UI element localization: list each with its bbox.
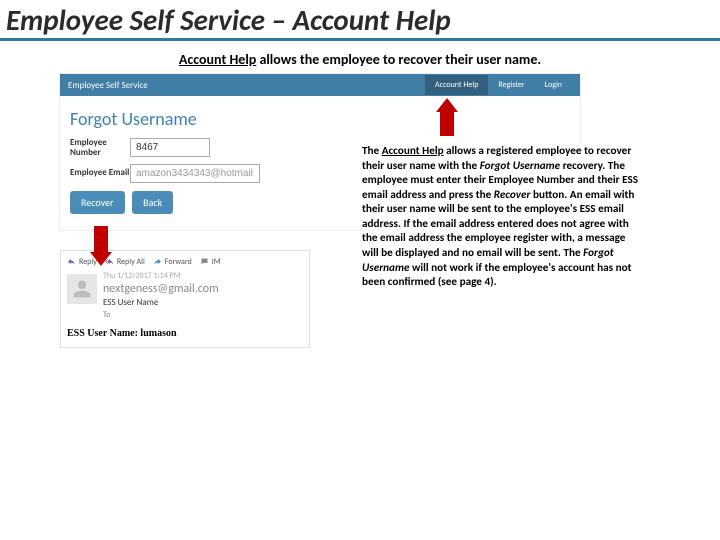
- recover-button[interactable]: Recover: [70, 191, 125, 214]
- email-body: ESS User Name: lumason: [67, 328, 303, 339]
- im-action[interactable]: IM: [200, 257, 221, 267]
- app-nav: Account Help Register Login: [425, 75, 572, 95]
- t-italic: Forgot Username: [480, 159, 560, 173]
- im-label: IM: [212, 257, 221, 267]
- forward-action[interactable]: Forward: [153, 257, 192, 267]
- email-from: nextgeness@gmail.com: [103, 282, 303, 296]
- page-title: Employee Self Service – Account Help: [6, 2, 714, 38]
- label-employee-number: Employee Number: [70, 138, 130, 158]
- input-employee-number[interactable]: [130, 138, 210, 157]
- forward-label: Forward: [165, 257, 192, 267]
- arrow-head-icon: [90, 252, 112, 266]
- t-underlined: Account Help: [382, 144, 444, 158]
- title-bar: Employee Self Service – Account Help: [0, 0, 720, 41]
- arrow-head-icon: [436, 98, 458, 112]
- email-header: Thu 1/12/2017 1:14 PM nextgeness@gmail.c…: [67, 271, 303, 320]
- back-button[interactable]: Back: [132, 191, 173, 214]
- arrow-up-account-help: [436, 98, 458, 136]
- reply-icon: [67, 257, 76, 266]
- forgot-username-heading: Forgot Username: [70, 108, 570, 130]
- page-subtitle: Account Help allows the employee to reco…: [0, 51, 720, 68]
- forward-icon: [153, 257, 162, 266]
- subtitle-rest: allows the employee to recover their use…: [256, 51, 541, 68]
- explanation-text: The Account Help allows a registered emp…: [362, 144, 644, 290]
- email-date: Thu 1/12/2017 1:14 PM: [103, 271, 303, 281]
- label-employee-email: Employee Email: [70, 168, 130, 178]
- arrow-shaft: [440, 112, 454, 136]
- t-italic: Recover: [494, 188, 531, 202]
- arrow-down-recover: [90, 226, 112, 266]
- nav-login[interactable]: Login: [535, 75, 572, 95]
- t: The: [362, 144, 382, 158]
- app-topbar: Employee Self Service Account Help Regis…: [60, 74, 580, 96]
- nav-register[interactable]: Register: [488, 75, 534, 95]
- subtitle-underlined: Account Help: [179, 51, 256, 68]
- email-to: To: [103, 310, 303, 320]
- app-brand: Employee Self Service: [68, 80, 425, 91]
- email-subject: ESS User Name: [103, 297, 303, 308]
- avatar: [67, 274, 97, 304]
- im-icon: [200, 257, 209, 266]
- input-employee-email[interactable]: [130, 164, 260, 183]
- nav-account-help[interactable]: Account Help: [425, 75, 488, 95]
- arrow-shaft: [94, 226, 108, 252]
- content-area: Employee Self Service Account Help Regis…: [60, 74, 660, 348]
- reply-all-label: Reply All: [117, 257, 145, 267]
- email-meta: Thu 1/12/2017 1:14 PM nextgeness@gmail.c…: [103, 271, 303, 320]
- person-icon: [72, 279, 92, 299]
